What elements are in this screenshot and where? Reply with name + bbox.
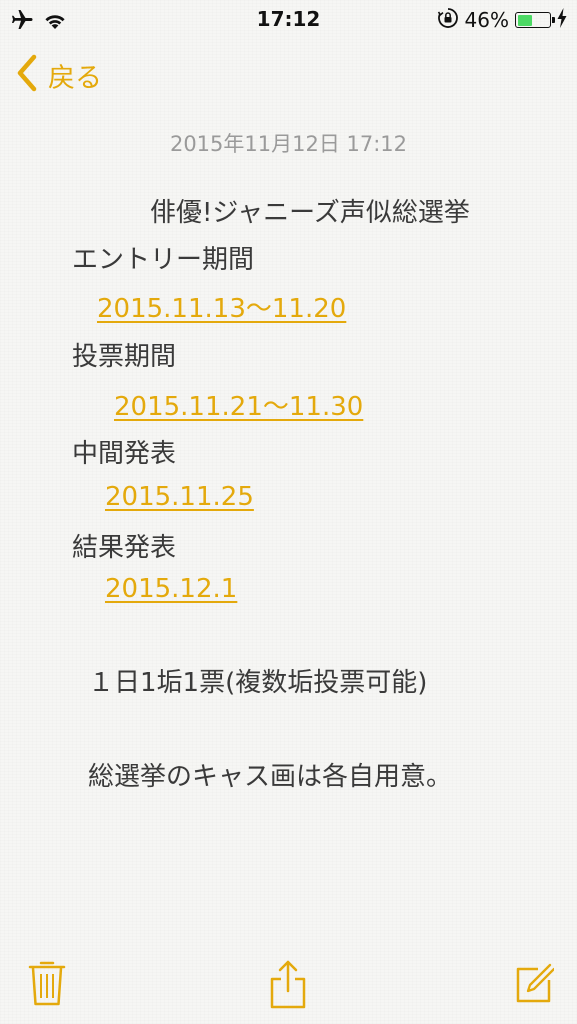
vote-rule-text: １日1垢1票(複数垢投票可能) <box>88 668 428 698</box>
back-button[interactable]: 戻る <box>16 54 102 96</box>
note-title: 俳優!ジャニーズ声似総選挙 <box>150 198 470 228</box>
delete-button[interactable] <box>27 958 67 1012</box>
battery-percent: 46% <box>464 8 509 32</box>
status-right: 46% <box>437 7 567 33</box>
compose-icon <box>514 963 556 1008</box>
entry-period-label: エントリー期間 <box>72 245 255 275</box>
vote-period-dates-link[interactable]: 2015.11.21〜11.30 <box>114 386 363 423</box>
compose-button[interactable] <box>514 962 556 1008</box>
status-bar: 17:12 46% <box>0 0 577 40</box>
share-button[interactable] <box>268 958 308 1014</box>
battery-icon <box>515 12 555 28</box>
back-label: 戻る <box>48 62 102 94</box>
trash-icon <box>27 961 67 1012</box>
chevron-left-icon <box>16 54 38 96</box>
result-label: 結果発表 <box>72 533 177 563</box>
orientation-lock-icon <box>437 7 459 33</box>
midterm-label: 中間発表 <box>72 439 177 469</box>
result-date-link[interactable]: 2015.12.1 <box>105 574 237 604</box>
vote-period-label: 投票期間 <box>72 342 177 372</box>
charging-bolt-icon <box>557 8 567 32</box>
midterm-date-link[interactable]: 2015.11.25 <box>105 482 254 512</box>
battery-nub <box>552 17 555 23</box>
note-date: 2015年11月12日 17:12 <box>169 132 408 156</box>
entry-period-dates-link[interactable]: 2015.11.13〜11.20 <box>97 288 346 325</box>
share-icon <box>268 960 308 1014</box>
note-footer-text: 総選挙のキャス画は各自用意。 <box>88 762 453 792</box>
battery-fill <box>517 14 532 26</box>
